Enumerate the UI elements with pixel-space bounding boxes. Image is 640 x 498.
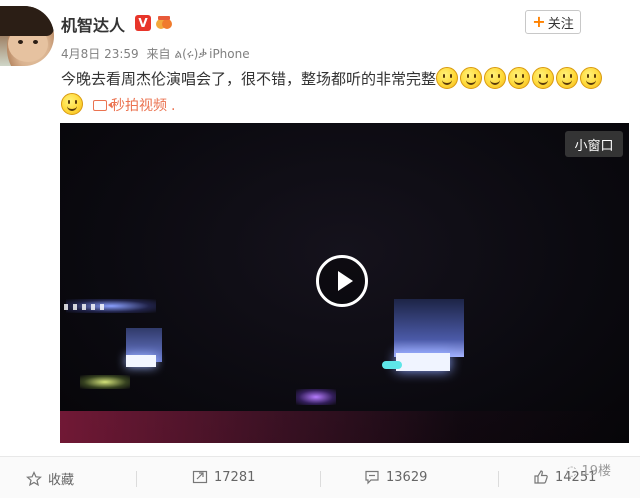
stage-center-left (80, 375, 130, 389)
thumbs-up-icon (534, 470, 548, 484)
medal-icon (156, 16, 172, 29)
plus-icon: + (532, 12, 546, 31)
video-link-suffix: . (171, 98, 176, 114)
verified-badge-icon: V (135, 15, 151, 31)
action-bar: 收藏 17281 13629 14251 (0, 457, 640, 498)
favorite-label: 收藏 (48, 473, 75, 488)
video-link[interactable]: 秒拍视频. (93, 98, 175, 114)
smiley-emoji-icon (436, 67, 459, 89)
smiley-emoji-icon (532, 67, 555, 89)
stage-cyan (382, 361, 402, 369)
video-camera-icon (93, 100, 107, 111)
stage-purple (296, 389, 336, 405)
smiley-emoji-icon (508, 67, 531, 89)
follow-label: 关注 (547, 16, 574, 32)
screen-left-base (126, 355, 156, 367)
screen-right-base (396, 353, 450, 371)
video-player[interactable]: 小窗口 (60, 123, 629, 443)
post-meta: 4月8日 23:59 来自 ል(ሩ)ቃ iPhone (61, 45, 254, 62)
comment-icon (365, 470, 379, 485)
video-link-label: 秒拍视频 (111, 98, 167, 114)
smiley-emoji-icon (484, 67, 507, 89)
weibo-post-card: 机智达人 V + 关注 4月8日 23:59 来自 ል(ሩ)ቃ iPhone 今晚去… (0, 0, 640, 498)
antenna-icon: ል(ሩ)ቃ (174, 47, 208, 61)
screen-right (394, 299, 464, 357)
source[interactable]: iPhone (209, 47, 250, 61)
post-body: 今晚去看周杰伦演唱会了，很不错，整场都听的非常完整 (61, 70, 437, 88)
repost-count: 17281 (214, 469, 256, 485)
smiley-emoji-icon (61, 93, 83, 115)
sparkles-left (64, 304, 104, 310)
username[interactable]: 机智达人 (61, 12, 125, 36)
smiley-emoji-icon (580, 67, 603, 89)
avatar-hair (0, 6, 54, 36)
smiley-emoji-icon (460, 67, 483, 89)
wechat-icon: ◌ (566, 464, 578, 479)
separator (320, 471, 321, 487)
audience-lights (60, 411, 629, 443)
separator (498, 471, 499, 487)
repost-icon (192, 470, 208, 484)
avatar-eye (33, 40, 38, 44)
post-text: 今晚去看周杰伦演唱会了，很不错，整场都听的非常完整秒拍视频. (61, 66, 621, 119)
timestamp[interactable]: 4月8日 23:59 (61, 47, 139, 61)
follow-button[interactable]: + 关注 (525, 10, 581, 34)
separator (136, 471, 137, 487)
avatar[interactable] (0, 6, 54, 66)
source-prefix: 来自 (146, 47, 171, 61)
repost-button[interactable]: 17281 (192, 469, 255, 485)
mini-window-button[interactable]: 小窗口 (565, 131, 623, 157)
avatar-eye (18, 40, 23, 44)
play-icon[interactable] (316, 255, 368, 307)
smiley-emoji-icon (556, 67, 579, 89)
watermark: ◌ 19楼 (566, 460, 611, 479)
watermark-text: 19楼 (581, 464, 612, 479)
comment-count: 13629 (386, 469, 428, 485)
comment-button[interactable]: 13629 (364, 469, 427, 485)
star-icon (26, 470, 42, 486)
favorite-button[interactable]: 收藏 (26, 469, 74, 488)
